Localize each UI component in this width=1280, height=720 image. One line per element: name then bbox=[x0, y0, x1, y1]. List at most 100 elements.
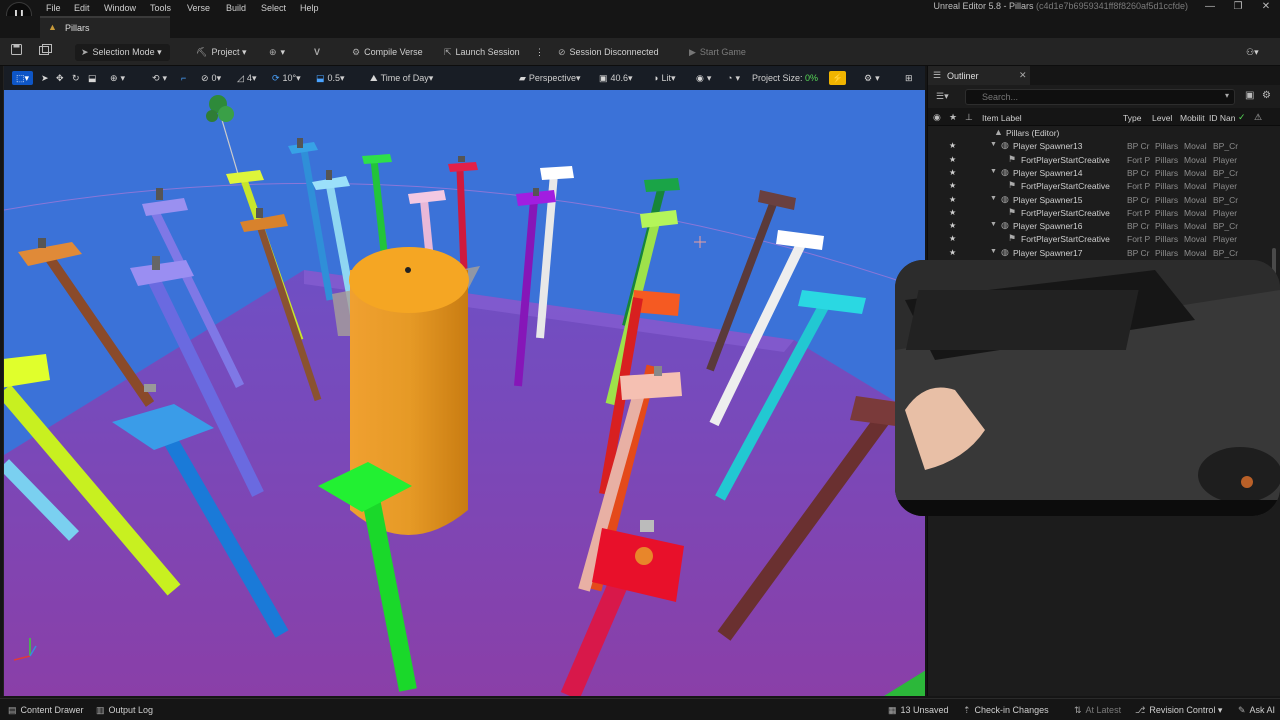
expand-arrow-icon[interactable]: ▼ bbox=[990, 168, 997, 175]
restore-button[interactable]: ❐ bbox=[1228, 1, 1248, 12]
expand-arrow-icon[interactable]: ▼ bbox=[990, 141, 997, 148]
revision-control-dropdown[interactable]: ⎇ Revision Control ▾ bbox=[1135, 705, 1222, 716]
show-flags-dropdown[interactable]: ◉ ▾ bbox=[696, 71, 711, 85]
favorite-star-icon[interactable]: ★ bbox=[949, 168, 956, 177]
outliner-row-spawner[interactable]: ★ ▼ ◍ Player Spawner13 BP Cr Pillars Moval BP_C… bbox=[928, 140, 1271, 153]
ask-ai-icon: ✎ bbox=[1238, 705, 1246, 715]
close-button[interactable]: ✕ bbox=[1256, 1, 1276, 12]
world-space-icon[interactable]: ⊕ ▾ bbox=[110, 71, 125, 85]
row-level: Pillars bbox=[1155, 195, 1179, 205]
time-of-day-dropdown[interactable]: ⛰ Time of Day▾ bbox=[370, 71, 433, 85]
outliner-row-spawner[interactable]: ★ ▼ ◍ Player Spawner14 BP Cr Pillars Moval BP_C… bbox=[928, 167, 1271, 180]
outliner-search-input[interactable] bbox=[965, 89, 1235, 105]
snap-scale-dropdown[interactable]: ◿ 4▾ bbox=[237, 71, 256, 85]
unsaved-button[interactable]: ▦ 13 Unsaved bbox=[888, 705, 949, 716]
content-drawer-button[interactable]: ▤ Content Drawer bbox=[8, 705, 84, 716]
snap-rotation-dropdown[interactable]: ⊘ 0▾ bbox=[201, 71, 221, 85]
sync-icon: ⇅ bbox=[1074, 705, 1082, 715]
favorite-star-icon[interactable]: ★ bbox=[949, 155, 956, 164]
verse-icon[interactable]: V bbox=[314, 44, 324, 61]
column-id-name[interactable]: ID Nan bbox=[1209, 113, 1235, 123]
viewport-layout-icon[interactable]: ⊞ bbox=[905, 71, 916, 85]
select-arrow-icon[interactable]: ➤ bbox=[41, 71, 52, 85]
checkin-button[interactable]: ⇡ Check-in Changes bbox=[963, 705, 1049, 716]
more-options-icon[interactable]: ⋮ bbox=[535, 44, 544, 61]
start-game-button[interactable]: ▶ Start Game bbox=[689, 44, 746, 61]
performance-dropdown[interactable]: ◔ ▾ bbox=[727, 71, 740, 85]
favorite-star-icon[interactable]: ★ bbox=[949, 195, 956, 204]
settings-icon[interactable]: ⚙ bbox=[1262, 90, 1271, 101]
surface-snap-icon[interactable]: ⟲ ▾ bbox=[152, 71, 167, 85]
column-level[interactable]: Level bbox=[1152, 113, 1172, 123]
compile-verse-button[interactable]: ⚙ Compile Verse bbox=[352, 44, 423, 61]
favorite-star-icon[interactable]: ★ bbox=[949, 141, 956, 150]
tree-root[interactable]: ▲ Pillars (Editor) bbox=[928, 127, 1271, 140]
add-actor-dropdown[interactable]: ⊕ ▾ bbox=[269, 44, 285, 61]
launch-icon: ⇱ bbox=[444, 47, 452, 57]
menu-build[interactable]: Build bbox=[226, 3, 246, 13]
outliner-row-spawner[interactable]: ★ ▼ ◍ Player Spawner16 BP Cr Pillars Moval BP_C… bbox=[928, 220, 1271, 233]
realtime-toggle-icon[interactable]: ⚡ bbox=[829, 71, 847, 85]
menu-file[interactable]: File bbox=[46, 3, 61, 13]
column-mobility[interactable]: Mobilit bbox=[1180, 113, 1205, 123]
expand-arrow-icon[interactable]: ▼ bbox=[990, 195, 997, 202]
filter-icon[interactable]: ☰▾ bbox=[936, 91, 949, 102]
outliner-row-child[interactable]: ★ ⚑ FortPlayerStartCreative Fort P Pillars Mo… bbox=[928, 207, 1271, 220]
ask-ai-button[interactable]: ✎ Ask AI bbox=[1238, 705, 1275, 716]
favorite-star-icon[interactable]: ★ bbox=[949, 234, 956, 243]
scale-tool-icon[interactable]: ⬓ bbox=[88, 71, 100, 85]
menu-select[interactable]: Select bbox=[261, 3, 286, 13]
expand-arrow-icon[interactable]: ▼ bbox=[990, 248, 997, 255]
close-icon[interactable]: ✕ bbox=[1019, 70, 1027, 81]
move-tool-icon[interactable]: ✥ bbox=[56, 71, 67, 85]
project-size-value: 0% bbox=[805, 73, 819, 83]
menu-verse[interactable]: Verse bbox=[187, 3, 210, 13]
users-icon[interactable]: ⚇▾ bbox=[1246, 44, 1259, 61]
disconnected-icon: ⊘ bbox=[558, 47, 566, 57]
output-log-button[interactable]: ▥ Output Log bbox=[96, 705, 153, 716]
outliner-row-child[interactable]: ★ ⚑ FortPlayerStartCreative Fort P Pillars Mo… bbox=[928, 180, 1271, 193]
chevron-down-icon[interactable]: ▾ bbox=[1225, 91, 1229, 100]
add-folder-icon[interactable]: ▣ bbox=[1245, 90, 1254, 101]
level-viewport[interactable]: ⬚▾ ➤ ✥ ↻ ⬓ ⊕ ▾ ⟲ ▾ ⌐ ⊘ 0▾ ◿ 4▾ ⟳ 10°▾ ⬓ 0.5▾ ⛰… bbox=[3, 66, 925, 696]
tab-outliner[interactable]: ☰ Outliner ✕ bbox=[928, 66, 1030, 85]
outliner-row-child[interactable]: ★ ⚑ FortPlayerStartCreative Fort P Pillars Mo… bbox=[928, 233, 1271, 246]
favorite-star-icon[interactable]: ★ bbox=[949, 248, 956, 257]
grid-rotation-dropdown[interactable]: ⟳ 10°▾ bbox=[272, 71, 301, 85]
menu-window[interactable]: Window bbox=[104, 3, 136, 13]
row-id-name: BP_Cr bbox=[1213, 168, 1239, 178]
favorite-star-icon[interactable]: ★ bbox=[949, 208, 956, 217]
outliner-row-spawner[interactable]: ★ ▼ ◍ Player Spawner17 BP Cr Pillars Moval BP_C… bbox=[928, 247, 1271, 260]
grid-scale-dropdown[interactable]: ⬓ 0.5▾ bbox=[316, 71, 345, 85]
menu-help[interactable]: Help bbox=[300, 3, 319, 13]
favorite-icon[interactable]: ★ bbox=[949, 112, 957, 123]
tab-pillars[interactable]: ▲ Pillars bbox=[40, 16, 170, 38]
lit-dropdown[interactable]: ◑ Lit▾ bbox=[653, 71, 675, 85]
select-tool-dropdown[interactable]: ⬚▾ bbox=[12, 71, 34, 85]
visibility-icon[interactable]: ◉ bbox=[933, 112, 941, 123]
expand-arrow-icon[interactable]: ▼ bbox=[990, 221, 997, 228]
launch-session-button[interactable]: ⇱ Launch Session bbox=[444, 44, 520, 61]
unsaved-icon: ▦ bbox=[888, 705, 897, 715]
viewport-settings-icon[interactable]: ⚙ ▾ bbox=[864, 71, 880, 85]
favorite-star-icon[interactable]: ★ bbox=[949, 181, 956, 190]
outliner-row-child[interactable]: ★ ⚑ FortPlayerStartCreative Fort P Pillars Mo… bbox=[928, 154, 1271, 167]
pin-icon[interactable]: ⊥ bbox=[965, 112, 973, 123]
menu-tools[interactable]: Tools bbox=[150, 3, 171, 13]
save-icon[interactable] bbox=[11, 44, 22, 61]
column-type[interactable]: Type bbox=[1123, 113, 1141, 123]
fov-dropdown[interactable]: ▣ 40.6▾ bbox=[599, 71, 633, 85]
menu-edit[interactable]: Edit bbox=[74, 3, 90, 13]
perspective-dropdown[interactable]: ▰ Perspective▾ bbox=[519, 71, 580, 85]
minimize-button[interactable]: — bbox=[1200, 1, 1220, 12]
content-browser-icon[interactable] bbox=[39, 44, 52, 61]
project-dropdown[interactable]: ⛏ Project ▾ bbox=[196, 44, 246, 61]
outliner-search-row: ☰▾ ⌕ ▾ bbox=[928, 88, 1280, 106]
column-item-label[interactable]: Item Label bbox=[982, 113, 1022, 123]
grid-snap-icon[interactable]: ⌐ bbox=[181, 71, 189, 85]
selection-mode-dropdown[interactable]: ➤ Selection Mode ▾ bbox=[75, 44, 170, 61]
outliner-row-spawner[interactable]: ★ ▼ ◍ Player Spawner15 BP Cr Pillars Moval BP_C… bbox=[928, 194, 1271, 207]
row-type: Fort P bbox=[1127, 234, 1151, 244]
favorite-star-icon[interactable]: ★ bbox=[949, 221, 956, 230]
rotate-tool-icon[interactable]: ↻ bbox=[72, 71, 83, 85]
